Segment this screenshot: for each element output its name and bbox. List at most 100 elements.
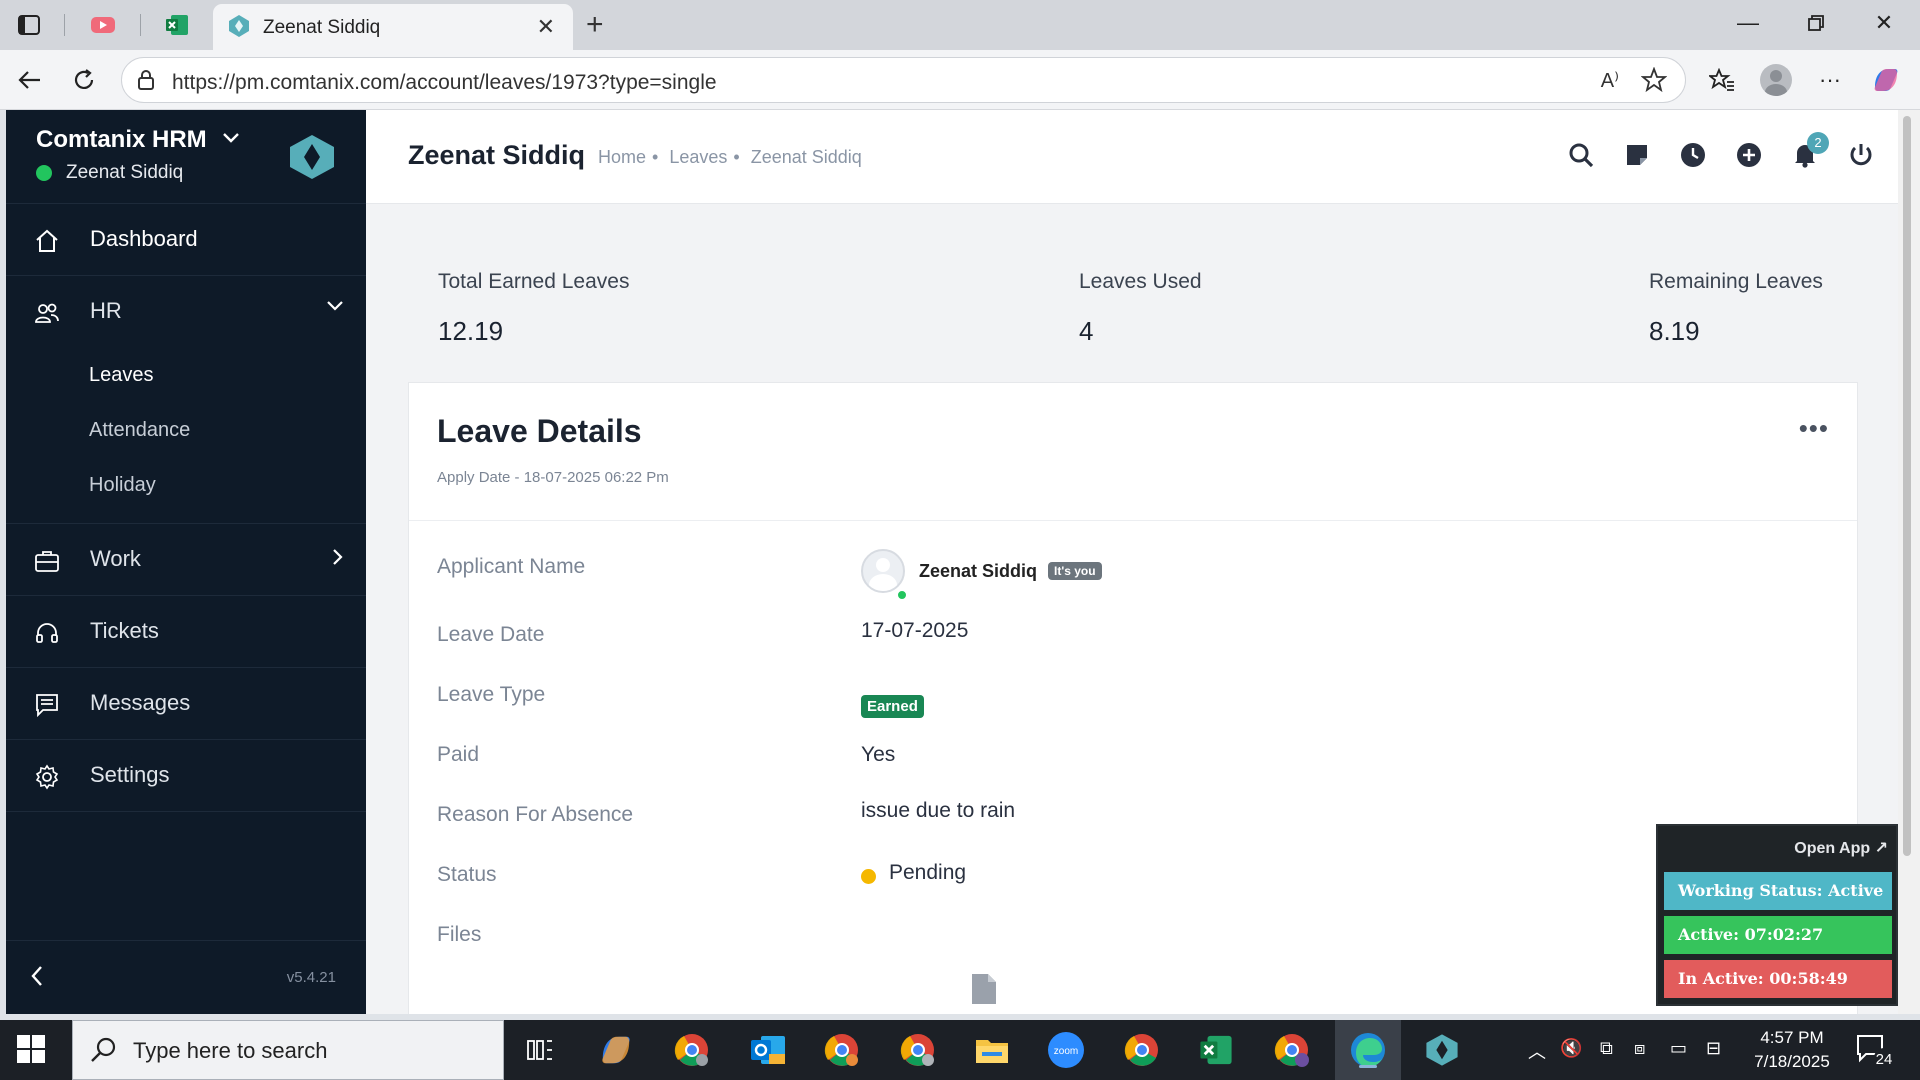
- sidebar-item-label: HR: [90, 298, 122, 323]
- pending-status-dot: [861, 869, 876, 884]
- close-window-icon[interactable]: ✕: [1864, 10, 1904, 36]
- sidebar-sub-leaves[interactable]: Leaves: [89, 364, 154, 387]
- chrome-profile-1-icon[interactable]: [672, 1030, 712, 1070]
- file-explorer-icon[interactable]: [972, 1030, 1012, 1070]
- status-value: Pending: [889, 861, 967, 884]
- reason-value: issue due to rain: [861, 799, 1016, 822]
- sidebar-item-hr[interactable]: HR Leaves Attendance Holiday: [6, 276, 366, 524]
- chevron-down-icon[interactable]: [222, 132, 240, 144]
- sidebar-sub-holiday[interactable]: Holiday: [89, 474, 156, 497]
- excel-icon[interactable]: [1196, 1030, 1236, 1070]
- sticky-note-icon[interactable]: [1622, 140, 1652, 170]
- more-options-icon[interactable]: •••: [1799, 413, 1829, 444]
- add-circle-icon[interactable]: [1734, 140, 1764, 170]
- page-scrollbar[interactable]: [1898, 110, 1920, 1014]
- task-view-icon[interactable]: [520, 1030, 560, 1070]
- battery-icon[interactable]: ▭: [1670, 1038, 1687, 1059]
- sidebar-item-tickets[interactable]: Tickets: [6, 596, 366, 668]
- minimize-icon[interactable]: —: [1728, 10, 1768, 36]
- sidebar-header: Comtanix HRM Zeenat Siddiq: [6, 110, 366, 204]
- page-header: Zeenat Siddiq Home • Leaves • Zeenat Siddi…: [366, 110, 1898, 204]
- clock-icon[interactable]: [1678, 140, 1708, 170]
- read-aloud-icon[interactable]: A⁾: [1601, 68, 1619, 93]
- youtube-tab-icon[interactable]: [86, 9, 120, 41]
- power-icon[interactable]: [1846, 140, 1876, 170]
- applicant-online-dot: [896, 589, 908, 601]
- network-icon[interactable]: ⊟: [1706, 1038, 1721, 1059]
- browser-tab-bar: Zeenat Siddiq ✕ + — ✕: [0, 0, 1920, 50]
- site-favicon-icon: [229, 15, 249, 37]
- scrollbar-thumb[interactable]: [1903, 116, 1911, 856]
- label-files: Files: [437, 923, 482, 946]
- chrome-profile-3-icon[interactable]: [898, 1030, 938, 1070]
- applicant: Zeenat Siddiq It's you: [861, 549, 1102, 593]
- working-status-row: Working Status: Active: [1664, 872, 1892, 910]
- restore-icon[interactable]: [1796, 12, 1836, 38]
- sidebar-username: Zeenat Siddiq: [66, 162, 184, 183]
- tab-actions-icon[interactable]: [12, 9, 46, 41]
- file-icon[interactable]: [971, 973, 997, 1005]
- notification-bell-icon[interactable]: 2: [1790, 132, 1829, 170]
- windows-start-icon[interactable]: [16, 1034, 46, 1064]
- leave-details-card: Leave Details Apply Date - 18-07-2025 06…: [408, 382, 1858, 1014]
- meet-now-icon[interactable]: ⧉: [1600, 1038, 1613, 1059]
- sidebar-item-label: Work: [90, 546, 141, 571]
- chevron-right-icon[interactable]: [332, 548, 344, 566]
- active-tab[interactable]: Zeenat Siddiq ✕: [213, 4, 573, 50]
- breadcrumb-current: Zeenat Siddiq: [750, 147, 862, 167]
- applicant-avatar[interactable]: [861, 549, 905, 593]
- tray-overflow-icon[interactable]: ︿: [1528, 1038, 1546, 1064]
- comtanix-app-icon[interactable]: [1422, 1030, 1462, 1070]
- taskbar-clock[interactable]: 4:57 PM 7/18/2025: [1746, 1026, 1838, 1074]
- leave-type-badge: Earned: [861, 695, 924, 718]
- reload-icon[interactable]: [66, 62, 102, 98]
- chrome-profile-2-icon[interactable]: [822, 1030, 862, 1070]
- breadcrumb-leaves[interactable]: Leaves: [669, 147, 727, 167]
- active-time-row: Active: 07:02:27: [1664, 916, 1892, 954]
- search-placeholder[interactable]: Type here to search: [133, 1038, 327, 1064]
- notification-center-icon[interactable]: 24: [1856, 1034, 1896, 1073]
- chevron-down-icon[interactable]: [326, 300, 344, 312]
- collapse-sidebar-icon[interactable]: [30, 965, 44, 987]
- breadcrumb-home[interactable]: Home: [598, 147, 646, 167]
- back-icon[interactable]: [12, 62, 48, 98]
- sidebar-item-dashboard[interactable]: Dashboard: [6, 204, 366, 276]
- outlook-icon[interactable]: [748, 1030, 788, 1070]
- copilot-taskbar-icon[interactable]: [596, 1030, 636, 1070]
- home-icon: [36, 229, 58, 252]
- label-leave-date: Leave Date: [437, 623, 545, 646]
- url-text[interactable]: https://pm.comtanix.com/account/leaves/1…: [172, 71, 717, 95]
- sidebar-sub-attendance[interactable]: Attendance: [89, 419, 190, 442]
- favorite-star-icon[interactable]: [1641, 67, 1667, 93]
- brand-name[interactable]: Comtanix HRM: [36, 126, 207, 154]
- more-menu-icon[interactable]: ···: [1812, 62, 1848, 98]
- applicant-name[interactable]: Zeenat Siddiq: [919, 561, 1037, 582]
- card-header: Leave Details Apply Date - 18-07-2025 06…: [409, 383, 1857, 521]
- copilot-icon[interactable]: [1868, 62, 1904, 98]
- taskbar: Type here to search zoom ︿ 🔇 ⧉ ⧈ ▭ ⊟ 4:5…: [0, 1020, 1920, 1080]
- sidebar-item-messages[interactable]: Messages: [6, 668, 366, 740]
- screen-record-icon[interactable]: ⧈: [1634, 1038, 1645, 1059]
- users-icon: [35, 303, 59, 323]
- version-label: v5.4.21: [286, 969, 336, 986]
- close-tab-icon[interactable]: ✕: [537, 14, 555, 40]
- lock-icon[interactable]: [136, 68, 156, 92]
- search-icon[interactable]: [1566, 140, 1596, 170]
- excel-tab-icon[interactable]: [160, 9, 194, 41]
- zoom-icon[interactable]: zoom: [1046, 1030, 1086, 1070]
- clock-date: 7/18/2025: [1754, 1052, 1830, 1071]
- speaker-muted-icon[interactable]: 🔇: [1560, 1038, 1582, 1059]
- edge-icon[interactable]: [1348, 1030, 1388, 1070]
- chrome-icon[interactable]: [1122, 1030, 1162, 1070]
- sidebar-item-work[interactable]: Work: [6, 524, 366, 596]
- sidebar-item-settings[interactable]: Settings: [6, 740, 366, 812]
- chrome-profile-z-icon[interactable]: [1272, 1030, 1312, 1070]
- url-field[interactable]: https://pm.comtanix.com/account/leaves/1…: [121, 57, 1686, 103]
- open-app-button[interactable]: Open App ↗: [1794, 838, 1888, 858]
- search-icon: [91, 1037, 116, 1062]
- favorites-icon[interactable]: [1704, 62, 1740, 98]
- new-tab-button[interactable]: +: [586, 8, 604, 42]
- taskbar-search[interactable]: Type here to search: [72, 1020, 504, 1080]
- address-bar-row: https://pm.comtanix.com/account/leaves/1…: [0, 50, 1920, 110]
- profile-avatar[interactable]: [1758, 62, 1794, 98]
